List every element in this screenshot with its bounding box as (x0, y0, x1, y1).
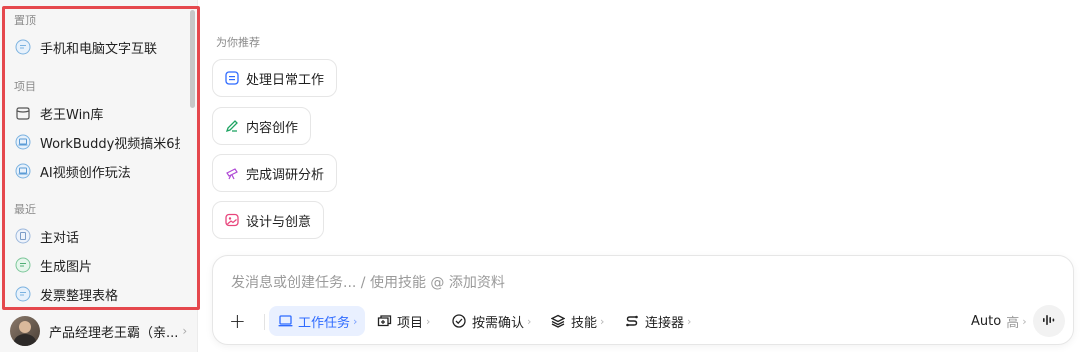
tool-label: 按需确认 (472, 315, 525, 331)
sidebar-item-label: AI视频创作玩法 (40, 165, 131, 181)
document-icon (14, 227, 32, 245)
connector-icon (624, 313, 640, 329)
suggestion-label: 完成调研分析 (246, 167, 325, 183)
chevron-right-icon: › (687, 314, 692, 328)
tool-label: 项目 (397, 315, 424, 331)
laptop-icon (277, 313, 293, 329)
chevron-right-icon: › (527, 314, 532, 328)
tool-connectors[interactable]: 连接器 › (624, 306, 691, 336)
sidebar: 置顶 手机和电脑文字互联 项目 老王Win库 WorkBuddy视频搞米6技 A (0, 0, 198, 352)
sidebar-scroll-area: 置顶 手机和电脑文字互联 项目 老王Win库 WorkBuddy视频搞米6技 A (0, 0, 198, 306)
chat-bubble-icon (14, 256, 32, 274)
image-icon (224, 212, 240, 228)
voice-input-button[interactable] (1033, 305, 1065, 337)
sidebar-item-label: 生成图片 (40, 259, 93, 275)
suggestion-chip[interactable]: 完成调研分析 (212, 154, 338, 192)
model-level: 高 (1006, 315, 1020, 331)
tool-label: 技能 (571, 315, 598, 331)
user-profile[interactable]: 产品经理老王霸（亲... › (10, 314, 194, 348)
chevron-right-icon: › (182, 324, 188, 338)
sidebar-item-project[interactable]: WorkBuddy视频搞米6技 (8, 129, 186, 155)
chevron-right-icon: › (353, 314, 358, 328)
project-folder-icon (376, 313, 392, 329)
folder-icon (14, 104, 32, 122)
sidebar-scrollbar[interactable] (190, 10, 195, 108)
suggestion-chip[interactable]: 内容创作 (212, 107, 312, 145)
sidebar-item-recent[interactable]: 发票整理表格 (8, 281, 186, 306)
sidebar-item-pinned[interactable]: 手机和电脑文字互联 (8, 34, 186, 60)
tool-label: 工作任务 (298, 315, 351, 331)
sidebar-item-label: 主对话 (40, 230, 80, 246)
suggestion-chip[interactable]: 处理日常工作 (212, 59, 338, 97)
chevron-right-icon: › (1022, 314, 1027, 328)
sidebar-item-recent[interactable]: 主对话 (8, 223, 186, 249)
toolbar-divider (264, 314, 265, 330)
suggestion-label: 设计与创意 (246, 214, 312, 230)
tool-label: 连接器 (645, 315, 685, 331)
section-title-recent: 最近 (14, 203, 36, 216)
check-circle-icon (451, 313, 467, 329)
message-composer: 发消息或创建任务... / 使用技能 @ 添加资料 + 工作任务 › 项目 › … (212, 255, 1074, 345)
section-title-pinned: 置顶 (14, 14, 36, 27)
waveform-icon (1041, 312, 1057, 331)
tool-skills[interactable]: 技能 › (550, 306, 604, 336)
telescope-icon (224, 165, 240, 181)
sidebar-item-project[interactable]: 老王Win库 (8, 100, 186, 126)
sidebar-item-label: 手机和电脑文字互联 (40, 41, 158, 57)
tool-work-task[interactable]: 工作任务 › (269, 306, 366, 336)
tool-project[interactable]: 项目 › (376, 306, 430, 336)
chevron-right-icon: › (426, 314, 431, 328)
laptop-icon (14, 162, 32, 180)
recommend-title: 为你推荐 (216, 36, 260, 49)
sidebar-item-project[interactable]: AI视频创作玩法 (8, 158, 186, 184)
avatar (10, 316, 40, 346)
section-title-projects: 项目 (14, 80, 36, 93)
layers-icon (550, 313, 566, 329)
task-list-icon (224, 70, 240, 86)
sidebar-item-label: 老王Win库 (40, 107, 104, 123)
chevron-right-icon: › (600, 314, 605, 328)
model-selector[interactable]: Auto 高 › (971, 306, 1027, 336)
chat-bubble-icon (14, 285, 32, 303)
suggestion-label: 处理日常工作 (246, 72, 325, 88)
user-name: 产品经理老王霸（亲... (49, 325, 179, 341)
pen-icon (224, 118, 240, 134)
tool-confirm-on-demand[interactable]: 按需确认 › (451, 306, 531, 336)
suggestion-label: 内容创作 (246, 120, 299, 136)
composer-toolbar: + 工作任务 › 项目 › 按需确认 › 技能 › 连接器 › Auto 高 › (213, 305, 1073, 337)
chat-bubble-icon (14, 38, 32, 56)
sidebar-item-recent[interactable]: 生成图片 (8, 252, 186, 278)
add-button[interactable]: + (229, 306, 246, 336)
laptop-icon (14, 133, 32, 151)
model-name: Auto (971, 313, 1002, 329)
suggestion-chip[interactable]: 设计与创意 (212, 201, 325, 239)
sidebar-item-label: 发票整理表格 (40, 288, 119, 304)
sidebar-item-label: WorkBuddy视频搞米6技 (40, 136, 180, 152)
message-input[interactable]: 发消息或创建任务... / 使用技能 @ 添加资料 (231, 272, 505, 292)
